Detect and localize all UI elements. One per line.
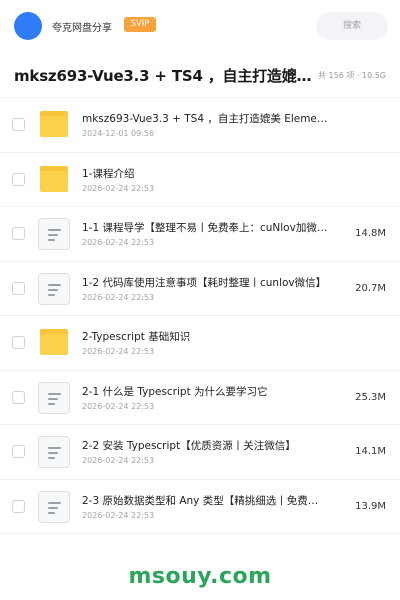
folder-icon	[38, 164, 70, 196]
app-header: 夸克网盘分享 SVIP 搜索	[0, 0, 400, 52]
folder-row[interactable]: mksz693-Vue3.3 + TS4 ，自主打造媲美 ElementPlus…	[0, 98, 400, 153]
row-checkbox[interactable]	[12, 172, 25, 186]
item-size: 14.8M	[355, 228, 386, 239]
row-checkbox[interactable]	[12, 118, 25, 131]
item-size: 25.3M	[355, 391, 386, 403]
folder-meta: 共 156 项 · 10.5G	[318, 71, 386, 80]
item-name[interactable]: 1-2 代码库使用注意事项【耗时整理丨cunlov微信】	[82, 275, 328, 290]
file-row[interactable]: 2-2 安装 Typescript【优质资源丨关注微信】 2026-02-24 2…	[0, 425, 400, 480]
item-date: 2026-02-24 22:53	[82, 347, 155, 356]
item-name[interactable]: 2-3 原始数据类型和 Any 类型【精挑细选丨免费奉上】	[82, 493, 328, 508]
row-checkbox[interactable]	[12, 499, 25, 513]
file-row[interactable]: 1-1 课程导学【整理不易丨免费奉上：cuNlov加微信】 2026-02-24 …	[0, 207, 400, 262]
file-list: mksz693-Vue3.3 + TS4 ，自主打造媲美 ElementPlus…	[0, 98, 400, 534]
watermark-text: msouy.com	[128, 564, 272, 589]
document-icon	[38, 490, 70, 523]
row-checkbox[interactable]	[12, 336, 25, 349]
item-name[interactable]: 2-Typescript 基础知识	[82, 329, 328, 344]
item-date: 2026-02-24 22:53	[82, 456, 155, 465]
item-size: 14.1M	[355, 446, 386, 457]
item-size: 20.7M	[355, 282, 386, 294]
folder-row[interactable]: 2-Typescript 基础知识 2026-02-24 22:53	[0, 316, 400, 371]
folder-row[interactable]: 1-课程介绍 2026-02-24 22:53	[0, 153, 400, 207]
file-row[interactable]: 2-3 原始数据类型和 Any 类型【精挑细选丨免费奉上】 2026-02-24 …	[0, 480, 400, 534]
item-date: 2026-02-24 22:53	[82, 183, 155, 193]
app-logo[interactable]	[14, 12, 42, 40]
search-button[interactable]: 搜索	[316, 12, 388, 40]
svip-badge[interactable]: SVIP	[124, 17, 156, 32]
document-icon	[38, 272, 70, 305]
folder-icon	[38, 327, 70, 359]
file-row[interactable]: 2-1 什么是 Typescript 为什么要学习它 2026-02-24 22:…	[0, 371, 400, 425]
item-name[interactable]: 1-1 课程导学【整理不易丨免费奉上：cuNlov加微信】	[82, 220, 328, 235]
document-icon	[38, 436, 70, 468]
item-date: 2026-02-24 22:53	[82, 238, 155, 247]
document-icon	[38, 218, 70, 250]
app-name: 夸克网盘分享	[52, 23, 112, 34]
file-row[interactable]: 1-2 代码库使用注意事项【耗时整理丨cunlov微信】 2026-02-24 2…	[0, 262, 400, 316]
folder-title: mksz693-Vue3.3 + TS4 ，自主打造媲美 ElementPlus…	[14, 67, 320, 85]
row-checkbox[interactable]	[12, 227, 25, 240]
item-date: 2026-02-24 22:53	[82, 510, 155, 520]
document-icon	[38, 381, 70, 414]
item-date: 2024-12-01 09:56	[82, 129, 155, 138]
item-name[interactable]: mksz693-Vue3.3 + TS4 ，自主打造媲美 ElementPlus…	[82, 111, 328, 126]
item-name[interactable]: 1-课程介绍	[82, 166, 328, 181]
row-checkbox[interactable]	[12, 445, 25, 458]
item-name[interactable]: 2-1 什么是 Typescript 为什么要学习它	[82, 384, 328, 399]
row-checkbox[interactable]	[12, 281, 25, 295]
row-checkbox[interactable]	[12, 390, 25, 404]
item-size: 13.9M	[355, 500, 386, 512]
folder-icon	[38, 109, 70, 141]
folder-title-bar: mksz693-Vue3.3 + TS4 ，自主打造媲美 ElementPlus…	[0, 52, 400, 98]
item-date: 2026-02-24 22:53	[82, 292, 155, 302]
item-date: 2026-02-24 22:53	[82, 401, 155, 411]
item-name[interactable]: 2-2 安装 Typescript【优质资源丨关注微信】	[82, 438, 328, 453]
